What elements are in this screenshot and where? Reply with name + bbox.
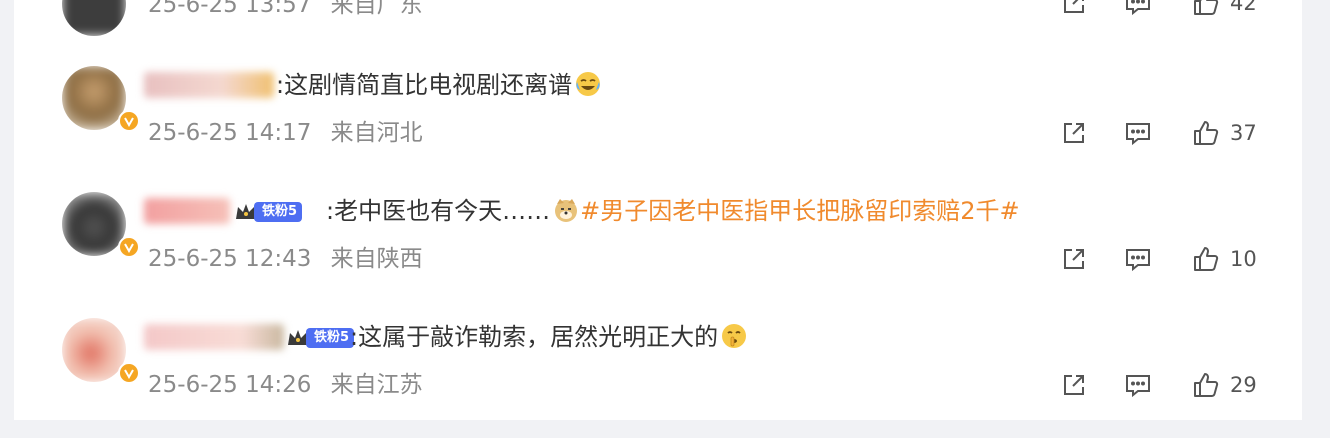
comment-date: 25-6-25 14:17: [148, 120, 312, 146]
reply-button[interactable]: [1124, 118, 1152, 148]
comment-text-body: :这剧情简直比电视剧还离谱: [276, 71, 573, 99]
comment-meta: 25-6-25 14:26 来自江苏: [148, 368, 423, 402]
like-icon: [1194, 121, 1219, 145]
comment-item: 铁粉5 :这属于敲诈勒索，居然光明正大的 25-6-25 14:26 来自江苏 …: [14, 312, 1302, 438]
avatar[interactable]: [62, 66, 126, 130]
comment-item-partial: 25-6-25 13:57 来自广东 42: [14, 0, 1302, 56]
share-button[interactable]: [1060, 370, 1088, 400]
username-blurred[interactable]: [144, 324, 284, 350]
reply-button[interactable]: [1124, 0, 1152, 18]
username-blurred[interactable]: [144, 198, 230, 224]
comment-meta: 25-6-25 14:17 来自河北: [148, 116, 423, 150]
comment-text-body: :这属于敲诈勒索，居然光明正大的: [350, 323, 719, 351]
comment-location: 来自河北: [330, 120, 423, 146]
like-icon: [1194, 373, 1219, 397]
like-button[interactable]: 37: [1192, 118, 1257, 148]
comment-meta: 25-6-25 13:57 来自广东: [148, 0, 423, 22]
like-count: 42: [1230, 0, 1257, 15]
comment-panel: 25-6-25 13:57 来自广东 42 :这剧情简直比电视剧还离谱 25-6…: [14, 0, 1302, 420]
comment-date: 25-6-25 14:26: [148, 372, 312, 398]
reply-button[interactable]: [1124, 370, 1152, 400]
share-icon: [1064, 123, 1084, 143]
like-count: 10: [1230, 247, 1257, 271]
share-icon: [1064, 375, 1084, 395]
comment-text: :这剧情简直比电视剧还离谱: [276, 68, 602, 102]
comment-date: 25-6-25 12:43: [148, 246, 312, 272]
like-count: 37: [1230, 121, 1257, 145]
comment-text-body: :老中医也有今天……: [326, 197, 551, 225]
comment-icon: [1126, 249, 1150, 272]
doge-emoji: [555, 199, 578, 222]
avatar[interactable]: [62, 318, 126, 382]
username-blurred[interactable]: [144, 72, 274, 98]
like-button[interactable]: 29: [1192, 370, 1257, 400]
avatar[interactable]: [62, 0, 126, 36]
avatar[interactable]: [62, 192, 126, 256]
verified-badge-icon: [118, 362, 140, 384]
verified-badge-icon: [118, 110, 140, 132]
comment-location: 来自江苏: [330, 372, 423, 398]
topic-link[interactable]: #男子因老中医指甲长把脉留印索赔2千#: [580, 197, 1020, 225]
fan-badge-label: 铁粉5: [306, 328, 355, 348]
reply-button[interactable]: [1124, 244, 1152, 274]
comment-meta: 25-6-25 12:43 来自陕西: [148, 242, 423, 276]
comment-icon: [1126, 123, 1150, 146]
comment-item: 铁粉5 :老中医也有今天…… #男子因老中医指甲长把脉留印索赔2千# 25-6-2…: [14, 186, 1302, 312]
share-icon: [1064, 249, 1084, 269]
like-icon: [1194, 0, 1219, 15]
share-icon: [1064, 0, 1084, 13]
fan-badge[interactable]: 铁粉5: [234, 200, 303, 224]
like-button[interactable]: 10: [1192, 244, 1257, 274]
comment-location: 来自广东: [330, 0, 423, 18]
comment-text: :老中医也有今天…… #男子因老中医指甲长把脉留印索赔2千#: [326, 194, 1020, 228]
comment-item: :这剧情简直比电视剧还离谱 25-6-25 14:17 来自河北 37: [14, 60, 1302, 186]
comment-icon: [1126, 375, 1150, 398]
like-count: 29: [1230, 373, 1257, 397]
comment-icon: [1126, 0, 1150, 16]
comment-text: :这属于敲诈勒索，居然光明正大的: [350, 320, 748, 354]
comment-location: 来自陕西: [330, 246, 423, 272]
share-button[interactable]: [1060, 118, 1088, 148]
fan-badge-label: 铁粉5: [254, 202, 303, 222]
fan-badge[interactable]: 铁粉5: [286, 326, 355, 350]
share-button[interactable]: [1060, 244, 1088, 274]
like-button[interactable]: 42: [1192, 0, 1257, 18]
hush-emoji: [722, 324, 747, 348]
share-button[interactable]: [1060, 0, 1088, 18]
crying-laughing-emoji: [576, 72, 601, 96]
verified-badge-icon: [118, 236, 140, 258]
comment-date: 25-6-25 13:57: [148, 0, 312, 18]
like-icon: [1194, 247, 1219, 271]
